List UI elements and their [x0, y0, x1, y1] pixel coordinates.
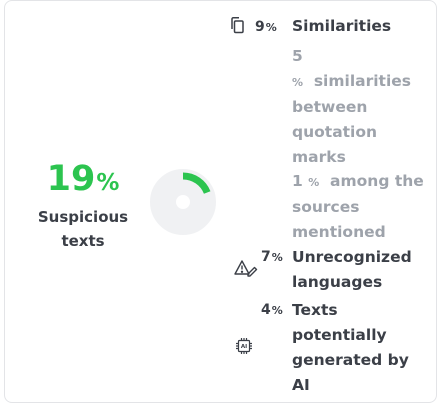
quotation-percent-unit: %	[292, 76, 304, 89]
analysis-summary-card: 19% Suspicious texts 9% Similarities 5 %…	[4, 0, 437, 403]
score-label: Suspicious texts	[37, 208, 129, 250]
unrecognized-languages-value: 7	[261, 249, 271, 265]
ai-generated-value: 4	[261, 302, 271, 318]
sources-percent-value: 1	[292, 172, 303, 190]
score-unit: %	[96, 170, 120, 196]
similarities-label: Similarities	[292, 17, 392, 35]
score-donut-chart	[150, 169, 216, 235]
similarities-unit: %	[265, 21, 277, 34]
quotation-detail-text: similarities between quotation marks	[292, 72, 412, 166]
ai-generated-unit: %	[271, 304, 283, 317]
copy-icon	[228, 16, 246, 34]
warning-pencil-icon	[234, 259, 258, 277]
svg-text:AI: AI	[241, 344, 247, 350]
suspicious-score: 19% Suspicious texts	[23, 159, 143, 253]
ai-generated-label: Texts potentially generated by AI	[292, 301, 409, 394]
score-value: 19%	[23, 159, 143, 205]
sources-percent-unit: %	[308, 176, 320, 189]
ai-generated-percent: 4%	[261, 298, 283, 323]
donut-track	[150, 169, 216, 235]
similarities-value: 9	[255, 19, 265, 35]
score-number: 19	[46, 159, 96, 199]
ai-chip-icon: AI	[235, 337, 253, 355]
similarities-sources-detail: 1 % among the sources mentioned	[292, 169, 432, 245]
unrecognized-languages-percent: 7%	[261, 245, 283, 270]
similarities-quotation-detail: 5 % similarities between quotation marks	[292, 44, 432, 170]
quotation-percent-value: 5	[292, 47, 303, 65]
unrecognized-languages-label: Unrecognized languages	[292, 248, 412, 291]
similarities-percent: 9%	[255, 15, 277, 40]
unrecognized-languages-unit: %	[271, 251, 283, 264]
